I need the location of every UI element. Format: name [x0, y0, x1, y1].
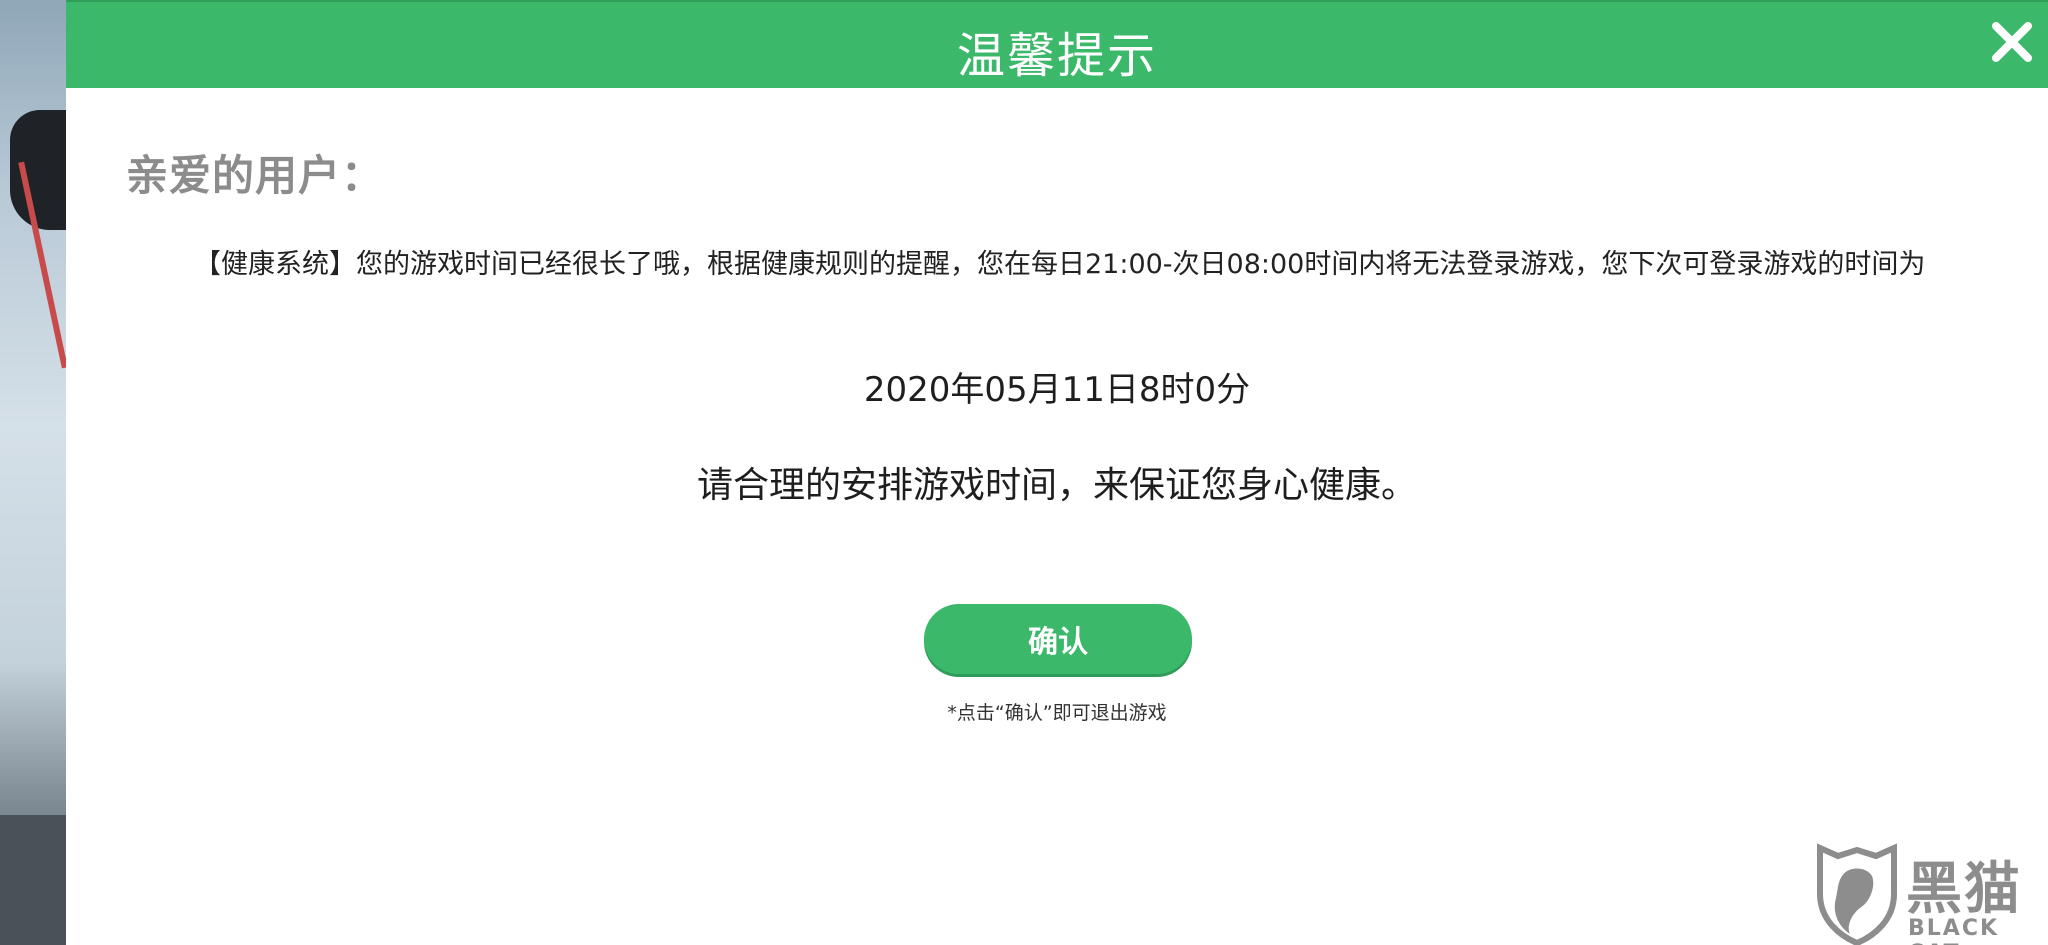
game-background	[0, 0, 68, 945]
greeting: 亲爱的用户：	[126, 151, 385, 200]
cat-shield-icon	[1817, 843, 1897, 945]
background-shape	[0, 815, 66, 945]
next-login-time: 2020年05月11日8时0分	[863, 370, 1251, 410]
exit-note: *点击“确认”即可退出游戏	[947, 702, 1167, 724]
close-button[interactable]	[1990, 20, 2034, 64]
watermark-title: 黑猫	[1906, 857, 2022, 922]
dialog-title: 温馨提示	[956, 28, 1157, 84]
close-icon	[1992, 22, 2032, 62]
confirm-button[interactable]: 确认	[924, 604, 1192, 674]
background-shape	[10, 110, 66, 230]
watermark-subtitle: BLACK CAT	[1908, 916, 2000, 945]
health-reminder-dialog: 温馨提示 亲爱的用户： 【健康系统】您的游戏时间已经很长了哦，根据健康规则的提醒…	[66, 0, 2048, 945]
dialog-titlebar: 温馨提示	[66, 0, 2048, 88]
message-text: 【健康系统】您的游戏时间已经很长了哦，根据健康规则的提醒，您在每日21:00-次…	[194, 249, 1926, 280]
advice-text: 请合理的安排游戏时间，来保证您身心健康。	[696, 465, 1417, 506]
screen: 温馨提示 亲爱的用户： 【健康系统】您的游戏时间已经很长了哦，根据健康规则的提醒…	[0, 0, 2048, 945]
black-cat-watermark: 黑猫 BLACK CAT	[1808, 842, 2048, 945]
